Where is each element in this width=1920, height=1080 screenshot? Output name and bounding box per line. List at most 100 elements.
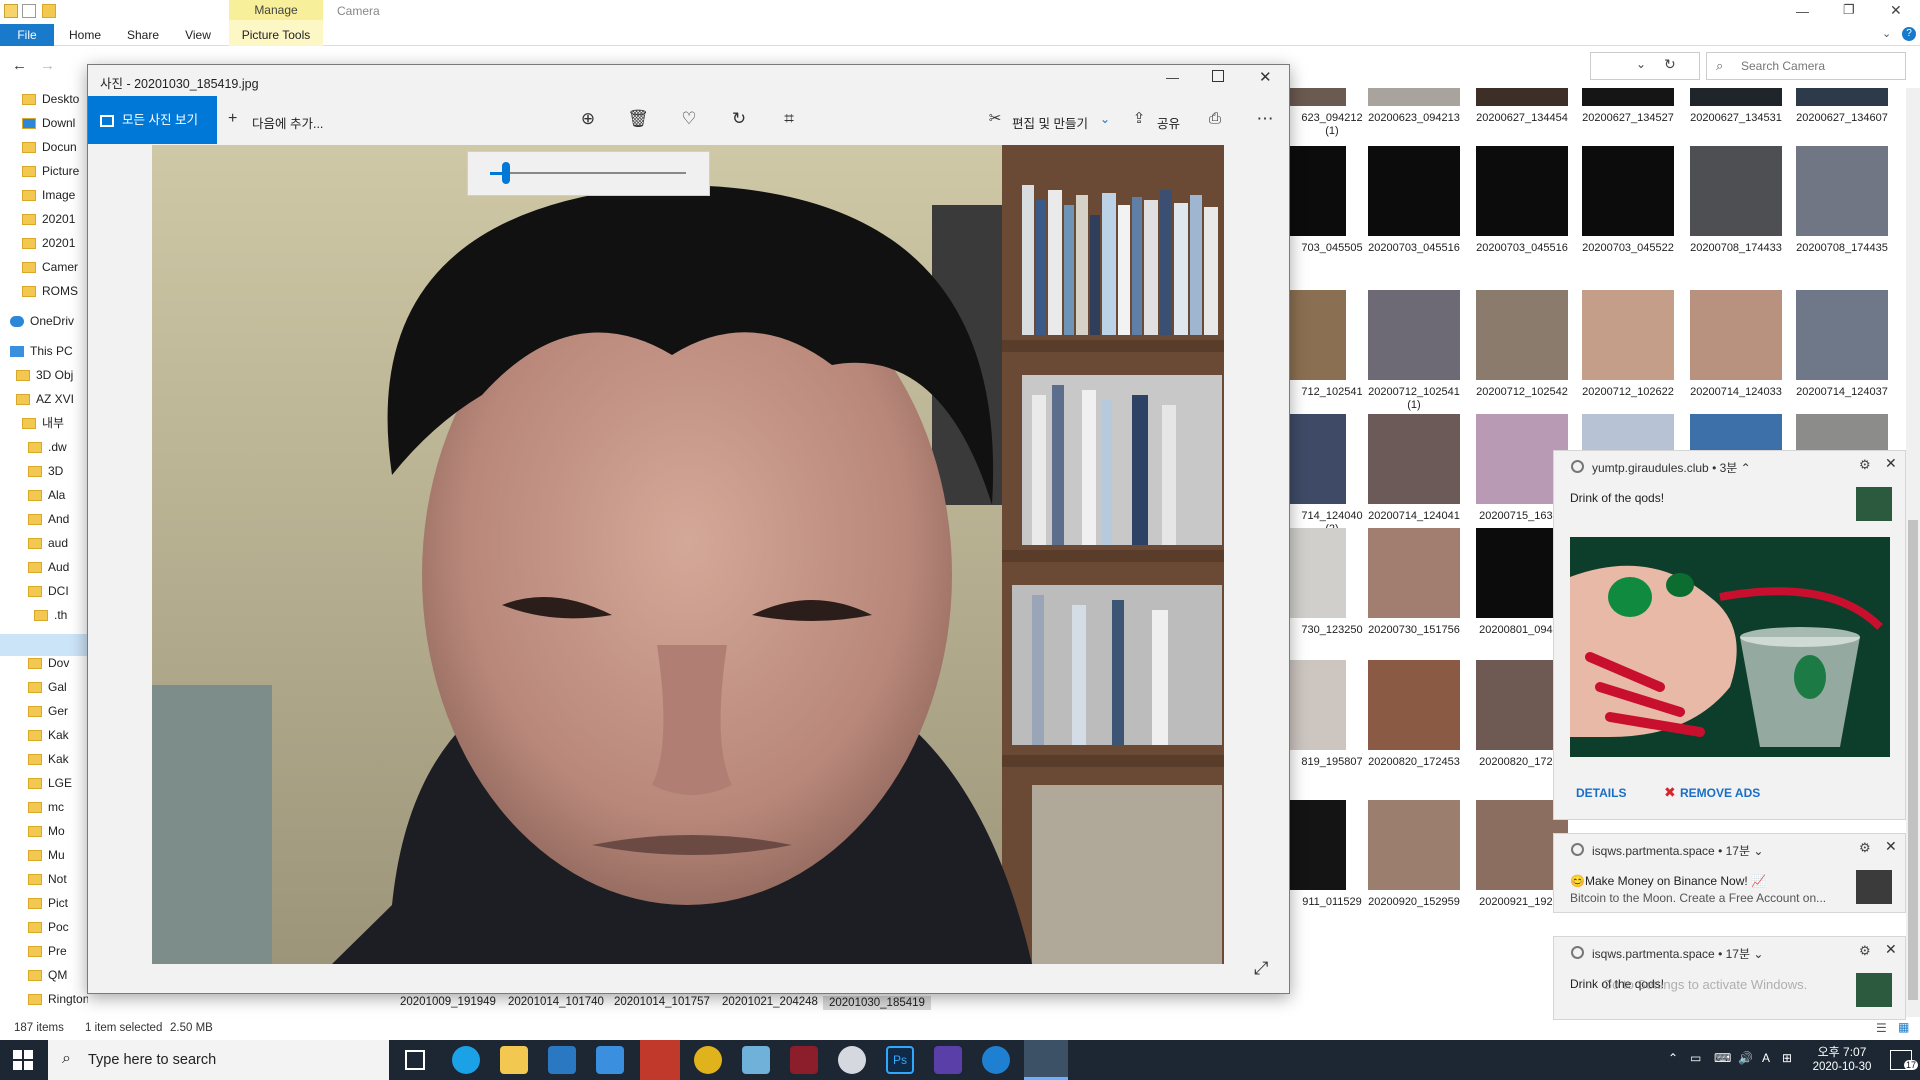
zoom-icon[interactable]: ⊕ — [577, 108, 599, 130]
thumbnail-image[interactable] — [1368, 146, 1460, 236]
file-label[interactable]: 20201009_191949 — [400, 996, 496, 1008]
mail-icon[interactable] — [596, 1046, 624, 1074]
thumbnail-image[interactable] — [1368, 800, 1460, 890]
thumbnail-image[interactable] — [1368, 88, 1460, 106]
thumbnail-label[interactable]: 20200627_134454 — [1472, 112, 1572, 125]
nav-item[interactable]: AZ XVI — [16, 388, 88, 410]
thumbnail-image[interactable] — [1690, 88, 1782, 106]
thumbnail-label[interactable]: 20200714_124037 — [1792, 386, 1892, 399]
nav-item[interactable]: OneDriv — [10, 310, 88, 332]
nav-item[interactable]: 내부 — [22, 412, 88, 434]
address-dropdown-icon[interactable]: ⌄ — [1636, 57, 1646, 71]
search-input[interactable]: Search Camera — [1706, 52, 1906, 80]
nav-item[interactable]: aud — [28, 532, 88, 554]
tab-home[interactable]: Home — [62, 24, 108, 46]
photoshop-icon[interactable]: Ps — [886, 1046, 914, 1074]
notification-card[interactable]: isqws.partmenta.space • 17분 ⌄ ⚙ ✕ Drink … — [1553, 936, 1906, 1020]
details-button[interactable]: DETAILS — [1576, 786, 1626, 800]
keyboard-icon[interactable]: ⌨ — [1714, 1051, 1731, 1065]
nav-item[interactable]: QM — [28, 964, 88, 986]
forward-arrow-icon[interactable]: → — [40, 57, 55, 74]
thumbnail-label[interactable]: 20200703_045516 — [1472, 242, 1572, 255]
nav-item[interactable]: Ala — [28, 484, 88, 506]
nav-item[interactable]: Pict — [28, 892, 88, 914]
thumbnail-image[interactable] — [1290, 800, 1346, 890]
zoom-slider-track[interactable] — [490, 172, 686, 174]
thumbnail-image[interactable] — [1290, 88, 1346, 106]
nav-item[interactable]: Not — [28, 868, 88, 890]
tab-picture-tools[interactable]: Picture Tools — [232, 24, 320, 46]
nav-item[interactable]: Kak — [28, 748, 88, 770]
refresh-icon[interactable]: ↻ — [1664, 56, 1676, 73]
nav-item[interactable]: This PC — [10, 340, 88, 362]
tab-share[interactable]: Share — [120, 24, 166, 46]
more-options-icon[interactable]: ⋯ — [1254, 108, 1276, 130]
thumbnail-image[interactable] — [1476, 290, 1568, 380]
thumbnail-label[interactable]: 20200703_045522 — [1578, 242, 1678, 255]
file-explorer-icon[interactable] — [500, 1046, 528, 1074]
photos-app-taskbar-icon[interactable] — [1024, 1040, 1068, 1080]
thumbnail-image[interactable] — [1290, 528, 1346, 618]
thumbnail-image[interactable] — [1582, 146, 1674, 236]
nav-item[interactable]: Deskto — [22, 88, 88, 110]
network-icon[interactable]: ▭ — [1690, 1051, 1701, 1065]
thumbnail-label[interactable]: 20200703_045516 — [1364, 242, 1464, 255]
taskbar-search-input[interactable]: Type here to search — [48, 1040, 389, 1080]
favorite-heart-icon[interactable]: ♡ — [678, 108, 700, 130]
thumbnail-image[interactable] — [1368, 528, 1460, 618]
thumbnail-image[interactable] — [1582, 290, 1674, 380]
nav-item[interactable]: Image — [22, 184, 88, 206]
large-icons-view-icon[interactable]: ▦ — [1898, 1020, 1909, 1034]
nav-item[interactable]: Kak — [28, 724, 88, 746]
nav-item[interactable]: Docun — [22, 136, 88, 158]
explorer-maximize-icon[interactable]: ❐ — [1843, 2, 1855, 18]
details-view-icon[interactable]: ☰ — [1876, 1021, 1887, 1035]
gear-icon[interactable]: ⚙ — [1859, 457, 1871, 473]
nav-item[interactable]: .th — [34, 604, 88, 626]
gear-icon[interactable]: ⚙ — [1859, 943, 1871, 959]
notification-card[interactable]: yumtp.giraudules.club • 3분 ⌃ ⚙ ✕ Drink o… — [1553, 450, 1906, 820]
thumbnail-image[interactable] — [1290, 146, 1346, 236]
thumbnail-image[interactable] — [1368, 290, 1460, 380]
ime-hangul-icon[interactable]: ⊞ — [1782, 1051, 1792, 1065]
thumbnail-label[interactable]: 20200712_102541 (1) — [1364, 386, 1464, 412]
clock-date[interactable]: 2020-10-30 — [1806, 1061, 1878, 1073]
thumbnail-image[interactable] — [1290, 660, 1346, 750]
nav-item[interactable]: And — [28, 508, 88, 530]
thumbnail-label[interactable]: 20200730_151756 — [1364, 624, 1464, 637]
thumbnail-label[interactable]: 20200708_174433 — [1686, 242, 1786, 255]
app-icon-red[interactable] — [640, 1040, 680, 1080]
tab-file[interactable]: File — [0, 24, 54, 46]
explorer-close-icon[interactable]: ✕ — [1890, 2, 1902, 19]
share-icon[interactable]: ⇪ — [1128, 108, 1150, 130]
volume-icon[interactable]: 🔊 — [1738, 1051, 1753, 1065]
thumbnail-image[interactable] — [1796, 88, 1888, 106]
ime-indicator[interactable]: A — [1762, 1051, 1770, 1065]
see-all-photos-button[interactable]: 모든 사진 보기 — [88, 96, 217, 144]
nav-item[interactable]: Downl — [22, 112, 88, 134]
nav-item[interactable]: mc — [28, 796, 88, 818]
chrome-icon[interactable] — [694, 1046, 722, 1074]
thumbnail-label[interactable]: 20200712_102622 — [1578, 386, 1678, 399]
explorer-minimize-icon[interactable]: — — [1796, 4, 1809, 19]
ribbon-expand-icon[interactable]: ⌄ — [1882, 27, 1891, 40]
crop-icon[interactable]: ⌗ — [778, 108, 800, 130]
nav-item[interactable]: Gal — [28, 676, 88, 698]
file-label[interactable]: 20201014_101740 — [508, 996, 604, 1008]
new-folder-icon[interactable] — [42, 4, 56, 18]
notepad-icon[interactable] — [742, 1046, 770, 1074]
zoom-slider-thumb[interactable] — [502, 162, 510, 184]
photos-close-icon[interactable]: ✕ — [1259, 68, 1272, 86]
app-icon-purple[interactable] — [934, 1046, 962, 1074]
nav-item[interactable]: Mu — [28, 844, 88, 866]
nav-item[interactable]: 3D — [28, 460, 88, 482]
thumbnail-image[interactable] — [1690, 290, 1782, 380]
photos-maximize-icon[interactable] — [1212, 70, 1224, 82]
edge-icon[interactable] — [452, 1046, 480, 1074]
nav-item[interactable]: Picture — [22, 160, 88, 182]
thumbnail-label[interactable]: 20200714_124041 — [1364, 510, 1464, 523]
thumbnail-image[interactable] — [1476, 88, 1568, 106]
share-button[interactable]: 공유 — [1157, 113, 1180, 132]
app-icon-dark-red[interactable] — [790, 1046, 818, 1074]
nav-item[interactable]: Aud — [28, 556, 88, 578]
